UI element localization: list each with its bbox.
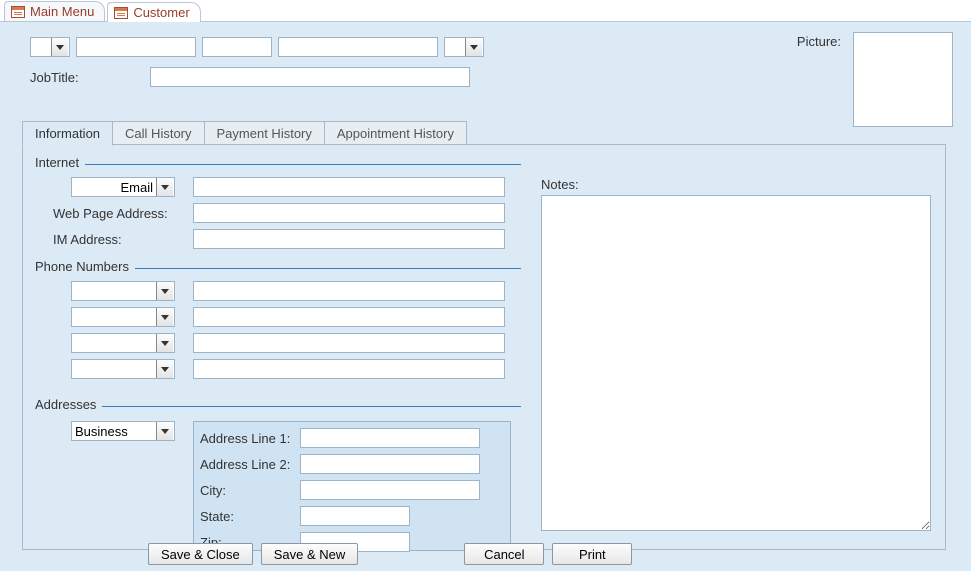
addr-state-label: State:: [200, 509, 300, 524]
phone-type-input[interactable]: [72, 360, 156, 378]
chevron-down-icon[interactable]: [156, 334, 173, 352]
addr-city-input[interactable]: [300, 480, 480, 500]
im-label: IM Address:: [35, 232, 193, 247]
save-new-button[interactable]: Save & New: [261, 543, 359, 565]
phone-type-input[interactable]: [72, 308, 156, 326]
addr-line2-label: Address Line 2:: [200, 457, 300, 472]
tabstrip-filler: [466, 120, 946, 145]
jobtitle-label: JobTitle:: [30, 70, 140, 85]
address-panel: Address Line 1: Address Line 2: City: St…: [193, 421, 511, 551]
phone-number-input-3[interactable]: [193, 333, 505, 353]
save-close-button[interactable]: Save & Close: [148, 543, 253, 565]
jobtitle-row: JobTitle:: [30, 67, 470, 87]
addr-line1-input[interactable]: [300, 428, 480, 448]
name-row: [30, 37, 484, 57]
app-tab-label: Customer: [133, 5, 189, 20]
last-name-input[interactable]: [278, 37, 438, 57]
group-label: Phone Numbers: [35, 259, 135, 274]
email-type-combo[interactable]: [71, 177, 175, 197]
notes-textarea[interactable]: [541, 195, 931, 531]
chevron-down-icon[interactable]: [51, 38, 68, 56]
picture-box[interactable]: [853, 32, 953, 127]
phone-number-input-2[interactable]: [193, 307, 505, 327]
group-phones: Phone Numbers: [35, 261, 521, 389]
chevron-down-icon[interactable]: [156, 360, 173, 378]
app-tab-label: Main Menu: [30, 4, 94, 19]
button-gap: [366, 543, 456, 565]
detail-tabset: Information Call History Payment History…: [22, 120, 946, 550]
phone-type-input[interactable]: [72, 334, 156, 352]
im-input[interactable]: [193, 229, 505, 249]
phone-type-combo-1[interactable]: [71, 281, 175, 301]
form-icon: [114, 7, 128, 19]
tab-appointment-history[interactable]: Appointment History: [324, 121, 467, 146]
addr-city-label: City:: [200, 483, 300, 498]
chevron-down-icon[interactable]: [156, 282, 173, 300]
cancel-button[interactable]: Cancel: [464, 543, 544, 565]
phone-number-input-4[interactable]: [193, 359, 505, 379]
phone-type-input[interactable]: [72, 282, 156, 300]
group-label: Internet: [35, 155, 85, 170]
form-buttons: Save & Close Save & New Cancel Print: [0, 543, 971, 565]
group-addresses: Addresses Address Line 1: Address Line 2…: [35, 399, 521, 549]
email-type-input[interactable]: [72, 178, 156, 196]
address-type-input[interactable]: [72, 422, 156, 440]
middle-name-input[interactable]: [202, 37, 272, 57]
email-input[interactable]: [193, 177, 505, 197]
chevron-down-icon[interactable]: [156, 308, 173, 326]
suffix-combo[interactable]: [444, 37, 484, 57]
group-label: Addresses: [35, 397, 102, 412]
addr-state-input[interactable]: [300, 506, 410, 526]
app-tab-customer[interactable]: Customer: [107, 2, 200, 22]
picture-label: Picture:: [797, 34, 841, 49]
detail-tabstrip: Information Call History Payment History…: [22, 120, 946, 145]
address-type-combo[interactable]: [71, 421, 175, 441]
webpage-input[interactable]: [193, 203, 505, 223]
phone-type-combo-2[interactable]: [71, 307, 175, 327]
phone-type-combo-3[interactable]: [71, 333, 175, 353]
addr-line2-input[interactable]: [300, 454, 480, 474]
customer-form: Picture: JobTitle: Information Call Hist…: [0, 22, 971, 571]
chevron-down-icon[interactable]: [465, 38, 482, 56]
tab-call-history[interactable]: Call History: [112, 121, 204, 146]
notes-label: Notes:: [541, 177, 579, 192]
chevron-down-icon[interactable]: [156, 178, 173, 196]
tab-information[interactable]: Information: [22, 121, 113, 146]
title-combo-input[interactable]: [31, 38, 51, 56]
group-divider: [35, 406, 521, 407]
phone-number-input-1[interactable]: [193, 281, 505, 301]
tabpage-information: Internet Web Page Address:: [22, 144, 946, 550]
first-name-input[interactable]: [76, 37, 196, 57]
group-internet: Internet Web Page Address:: [35, 157, 521, 249]
jobtitle-input[interactable]: [150, 67, 470, 87]
app-tab-main-menu[interactable]: Main Menu: [4, 1, 105, 21]
suffix-combo-input[interactable]: [445, 38, 465, 56]
webpage-label: Web Page Address:: [35, 206, 193, 221]
title-combo[interactable]: [30, 37, 70, 57]
group-divider: [35, 164, 521, 165]
addr-line1-label: Address Line 1:: [200, 431, 300, 446]
app-tab-strip: Main Menu Customer: [0, 0, 971, 22]
chevron-down-icon[interactable]: [156, 422, 173, 440]
tab-payment-history[interactable]: Payment History: [204, 121, 325, 146]
print-button[interactable]: Print: [552, 543, 632, 565]
form-icon: [11, 6, 25, 18]
phone-type-combo-4[interactable]: [71, 359, 175, 379]
